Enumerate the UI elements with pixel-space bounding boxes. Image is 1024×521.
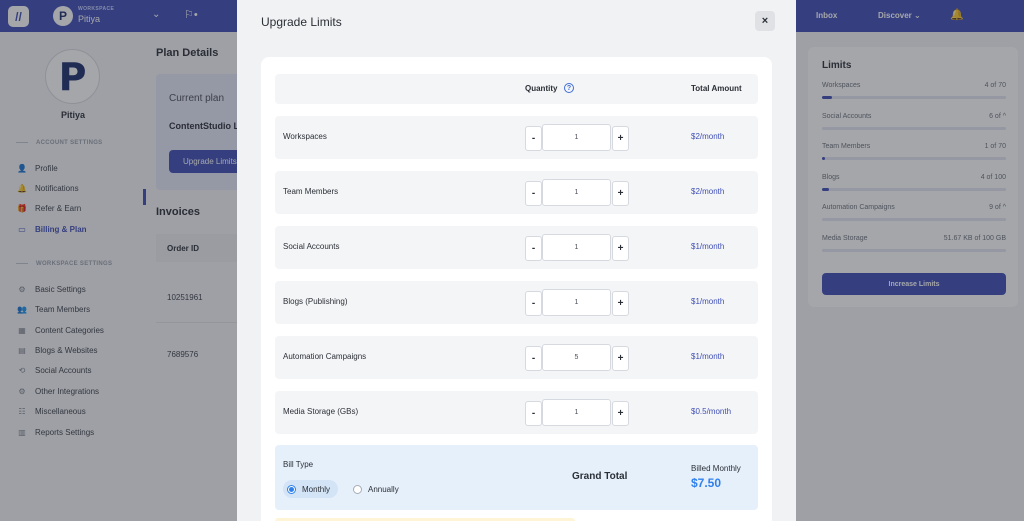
bill-type-label: Bill Type xyxy=(283,460,314,469)
quantity-input[interactable] xyxy=(542,179,611,206)
quantity-stepper: - + xyxy=(525,344,629,371)
upgrade-limits-modal: Upgrade Limits × Quantity ? Total Amount… xyxy=(237,0,796,521)
item-price: $0.5/month xyxy=(691,407,732,416)
limit-item-automation-campaigns: Automation Campaigns - + $1/month xyxy=(275,336,758,379)
quantity-stepper: - + xyxy=(525,399,629,426)
item-price: $1/month xyxy=(691,242,725,251)
decrement-button[interactable]: - xyxy=(525,291,542,316)
increment-button[interactable]: + xyxy=(612,401,629,426)
quantity-input[interactable] xyxy=(542,344,611,371)
item-price: $1/month xyxy=(691,352,725,361)
modal-title: Upgrade Limits xyxy=(261,15,342,29)
close-button[interactable]: × xyxy=(755,11,775,31)
increment-button[interactable]: + xyxy=(612,236,629,261)
bill-option-monthly[interactable]: Monthly xyxy=(283,480,339,498)
limit-item-media-storage: Media Storage (GBs) - + $0.5/month xyxy=(275,391,758,434)
decrement-button[interactable]: - xyxy=(525,346,542,371)
decrement-button[interactable]: - xyxy=(525,181,542,206)
item-name: Media Storage (GBs) xyxy=(283,407,359,416)
item-price: $2/month xyxy=(691,187,725,196)
decrement-button[interactable]: - xyxy=(525,126,542,151)
item-name: Social Accounts xyxy=(283,242,340,251)
limit-item-workspaces: Workspaces - + $2/month xyxy=(275,116,758,159)
bill-option-annually[interactable]: Annually xyxy=(353,480,399,498)
item-name: Blogs (Publishing) xyxy=(283,297,348,306)
billed-amount: $7.50 xyxy=(691,476,722,490)
quantity-input[interactable] xyxy=(542,124,611,151)
increment-button[interactable]: + xyxy=(612,346,629,371)
bill-summary: Bill Type Monthly Annually Grand Total B… xyxy=(275,445,758,510)
quantity-stepper: - + xyxy=(525,234,629,261)
limit-item-social-accounts: Social Accounts - + $1/month xyxy=(275,226,758,269)
radio-unselected-icon xyxy=(353,484,362,494)
increment-button[interactable]: + xyxy=(612,291,629,316)
billed-caption: Billed Monthly xyxy=(691,464,741,473)
decrement-button[interactable]: - xyxy=(525,401,542,426)
decrement-button[interactable]: - xyxy=(525,236,542,261)
grand-total-label: Grand Total xyxy=(572,471,628,482)
bill-option-label: Monthly xyxy=(302,484,331,494)
quantity-stepper: - + xyxy=(525,124,629,151)
close-icon: × xyxy=(761,15,769,27)
total-amount-header: Total Amount xyxy=(691,84,742,93)
quantity-stepper: - + xyxy=(525,179,629,206)
increment-button[interactable]: + xyxy=(612,126,629,151)
item-price: $2/month xyxy=(691,132,725,141)
increment-button[interactable]: + xyxy=(612,181,629,206)
quantity-input[interactable] xyxy=(542,289,611,316)
bill-option-label: Annually xyxy=(368,484,399,494)
quantity-input[interactable] xyxy=(542,234,611,261)
item-name: Team Members xyxy=(283,187,339,196)
item-price: $1/month xyxy=(691,297,725,306)
quantity-input[interactable] xyxy=(542,399,611,426)
item-name: Workspaces xyxy=(283,132,327,141)
limit-item-blogs: Blogs (Publishing) - + $1/month xyxy=(275,281,758,324)
item-name: Automation Campaigns xyxy=(283,352,367,361)
table-header: Quantity ? Total Amount xyxy=(275,74,758,104)
help-icon[interactable]: ? xyxy=(564,83,574,93)
quantity-stepper: - + xyxy=(525,289,629,316)
limit-item-team-members: Team Members - + $2/month xyxy=(275,171,758,214)
quantity-header: Quantity xyxy=(525,84,558,93)
modal-body: Quantity ? Total Amount Workspaces - + $… xyxy=(261,57,772,521)
radio-selected-icon xyxy=(287,484,296,494)
